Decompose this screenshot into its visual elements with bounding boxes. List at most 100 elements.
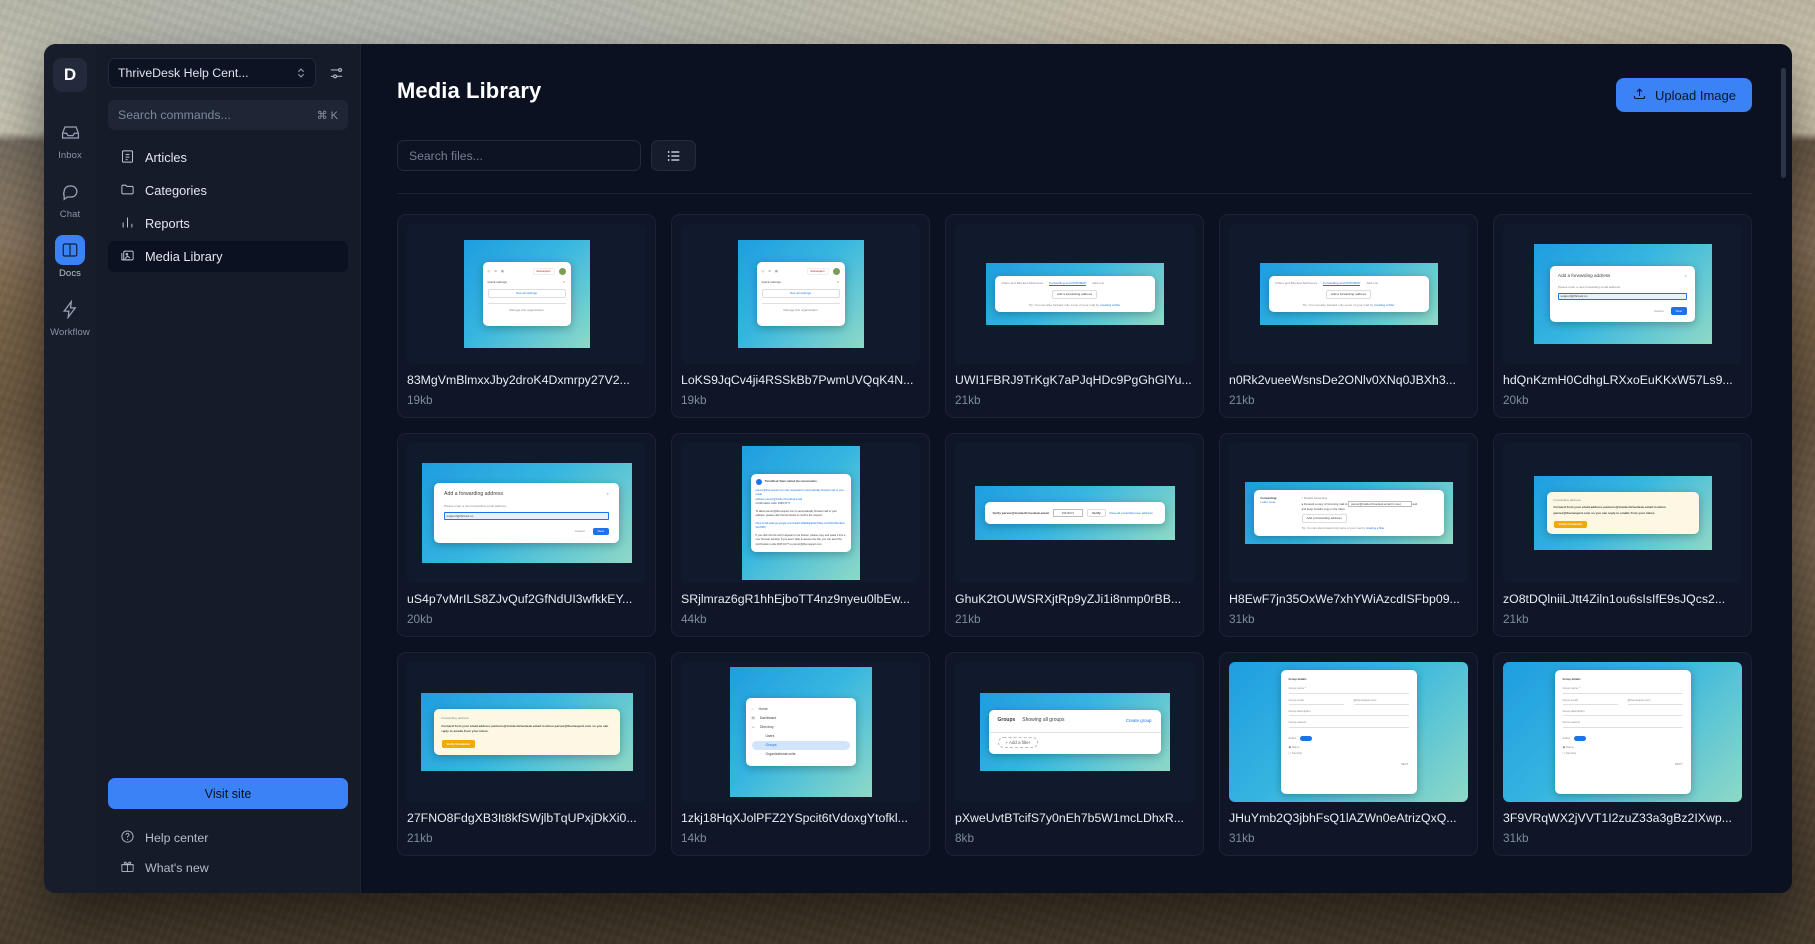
media-card[interactable]: ThriveDesk Team started the conversation… (671, 433, 930, 637)
sidebar-nav: Articles Categories Reports Media Librar… (108, 142, 348, 272)
page-title: Media Library (397, 78, 542, 103)
main-panel: Media Library Upload Image Search files.… (361, 44, 1792, 893)
question-circle-icon (120, 829, 135, 847)
media-file-name: uS4p7vMrILS8ZJvQuf2GfNdUI3wfkkEY... (407, 592, 633, 606)
sidebar-item-reports[interactable]: Reports (108, 208, 348, 239)
media-card[interactable]: Add a forwarding address ✕ Please enter … (397, 433, 656, 637)
media-thumbnail: Group details Group name * Group email @… (1229, 662, 1468, 802)
media-file-size: 19kb (407, 393, 433, 407)
media-file-size: 20kb (1503, 393, 1529, 407)
media-thumbnail: ThriveDesk Team started the conversation… (681, 443, 920, 583)
media-thumbnail: Groups Showing all groups Create group +… (955, 662, 1194, 802)
rail-label-docs: Docs (58, 268, 82, 279)
media-thumbnail: Filters and Blocked Addresses Forwarding… (1229, 224, 1468, 364)
command-search-input[interactable]: Search commands... ⌘ K (108, 100, 348, 130)
media-file-size: 14kb (681, 831, 707, 845)
media-file-size: 31kb (1229, 612, 1255, 626)
media-file-name: SRjlmraz6gR1hhEjboTT4nz9nyeu0lbEw... (681, 592, 910, 606)
command-search-shortcut: ⌘ K (316, 109, 338, 122)
upload-image-button[interactable]: Upload Image (1616, 78, 1752, 112)
media-card[interactable]: Group details Group name * Group email @… (1219, 652, 1478, 856)
inbox-icon (55, 117, 85, 147)
sidebar-label-categories: Categories (145, 183, 207, 198)
chat-bubble-icon (55, 176, 85, 206)
sidebar-item-help-center[interactable]: Help center (108, 823, 348, 853)
sidebar-label-help-center: Help center (145, 831, 209, 845)
lightning-icon (55, 294, 85, 324)
rail-item-workflow[interactable]: Workflow (46, 289, 94, 344)
media-file-size: 8kb (955, 831, 975, 845)
rail-item-chat[interactable]: Chat (46, 171, 94, 226)
media-card[interactable]: ◎ ⚙ ▦ themespert Quick settings ✕ See all … (671, 214, 930, 418)
search-placeholder: Search files... (409, 148, 483, 163)
sliders-icon[interactable] (324, 61, 348, 85)
media-file-size: 21kb (955, 393, 981, 407)
media-thumbnail: ◎ ⚙ ▦ themespert Quick settings ✕ See all … (407, 224, 646, 364)
media-card[interactable]: Verify parvez@inside.thrivedesk.email 15… (945, 433, 1204, 637)
media-card[interactable]: Forwarding address Forward from your ema… (397, 652, 656, 856)
workspace-selector[interactable]: ThriveDesk Help Cent... (108, 58, 316, 88)
media-card[interactable]: Add a forwarding address ✕ Please enter … (1493, 214, 1752, 418)
media-file-size: 31kb (1503, 831, 1529, 845)
media-thumbnail: Filters and Blocked Addresses Forwarding… (955, 224, 1194, 364)
media-card[interactable]: Groups Showing all groups Create group +… (945, 652, 1204, 856)
media-thumbnail: Forwarding address Forward from your ema… (407, 662, 646, 802)
media-file-name: pXweUvtBTcifS7y0nEh7b5W1mcLDhxR... (955, 811, 1184, 825)
media-file-name: JHuYmb2Q3jbhFsQ1lAZWn0eAtrizQxQ... (1229, 811, 1457, 825)
media-card[interactable]: ◎ ⚙ ▦ themespert Quick settings ✕ See all … (397, 214, 656, 418)
icon-rail: D Inbox Chat Docs Workflow (44, 44, 96, 893)
media-file-name: H8EwF7jn35OxWe7xhYWiAzcdISFbp09... (1229, 592, 1460, 606)
sidebar-item-categories[interactable]: Categories (108, 175, 348, 206)
rail-label-workflow: Workflow (50, 327, 90, 338)
rail-item-docs[interactable]: Docs (46, 230, 94, 285)
media-file-name: 1zkj18HqXJolPFZ2YSpcit6tVdoxgYtofkl... (681, 811, 908, 825)
media-thumbnail: ◎ ⚙ ▦ themespert Quick settings ✕ See all … (681, 224, 920, 364)
media-card[interactable]: Filters and Blocked Addresses Forwarding… (945, 214, 1204, 418)
media-grid: ◎ ⚙ ▦ themespert Quick settings ✕ See all … (397, 214, 1752, 856)
sidebar-label-articles: Articles (145, 150, 187, 165)
sidebar-label-media-library: Media Library (145, 249, 223, 264)
media-file-size: 21kb (955, 612, 981, 626)
media-file-size: 19kb (681, 393, 707, 407)
search-input[interactable]: Search files... (397, 140, 641, 171)
bar-chart-icon (120, 215, 135, 233)
app-window: D Inbox Chat Docs Workflow ThriveDesk He… (44, 44, 1792, 893)
gift-icon (120, 859, 135, 877)
app-logo[interactable]: D (53, 58, 87, 92)
media-file-size: 20kb (407, 612, 433, 626)
toolbar: Search files... (397, 140, 1752, 171)
rail-item-inbox[interactable]: Inbox (46, 112, 94, 167)
rail-label-inbox: Inbox (58, 150, 82, 161)
visit-site-button[interactable]: Visit site (108, 778, 348, 809)
vertical-scrollbar[interactable] (1781, 68, 1786, 178)
sidebar-item-media-library[interactable]: Media Library (108, 241, 348, 272)
upload-icon (1632, 86, 1647, 104)
media-file-name: 3F9VRqWX2jVVT1I2zuZ33a3gBz2IXwp... (1503, 811, 1732, 825)
upload-image-label: Upload Image (1655, 87, 1736, 103)
media-thumbnail: Forwarding address Forward from your ema… (1503, 443, 1742, 583)
media-card[interactable]: Forwarding address Forward from your ema… (1493, 433, 1752, 637)
media-file-size: 21kb (1229, 393, 1255, 407)
media-card[interactable]: Forwarding: Learn more ○ Disable forward… (1219, 433, 1478, 637)
workspace-row: ThriveDesk Help Cent... (108, 58, 348, 88)
rail-label-chat: Chat (59, 209, 81, 220)
main-header: Media Library Upload Image (397, 78, 1752, 112)
folder-icon (120, 182, 135, 200)
media-file-size: 21kb (407, 831, 433, 845)
image-icon (120, 248, 135, 266)
sidebar-item-articles[interactable]: Articles (108, 142, 348, 173)
media-card[interactable]: Group details Group name * Group email @… (1493, 652, 1752, 856)
media-thumbnail: Forwarding: Learn more ○ Disable forward… (1229, 443, 1468, 583)
chevron-updown-icon (296, 66, 306, 80)
book-icon (55, 235, 85, 265)
media-card[interactable]: Filters and Blocked Addresses Forwarding… (1219, 214, 1478, 418)
media-file-name: LoKS9JqCv4ji4RSSkBb7PwmUVQqK4N... (681, 373, 914, 387)
article-icon (120, 149, 135, 167)
list-view-icon[interactable] (651, 140, 696, 171)
media-thumbnail: Add a forwarding address ✕ Please enter … (1503, 224, 1742, 364)
sidebar-item-whats-new[interactable]: What's new (108, 853, 348, 883)
sidebar-label-reports: Reports (145, 216, 190, 231)
media-card[interactable]: ⌂ Home ▤ Dashboard ☺ Directory Users Groups… (671, 652, 930, 856)
media-file-name: zO8tDQlniiLJtt4Ziln1ou6sIsIfE9sJQcs2... (1503, 592, 1726, 606)
